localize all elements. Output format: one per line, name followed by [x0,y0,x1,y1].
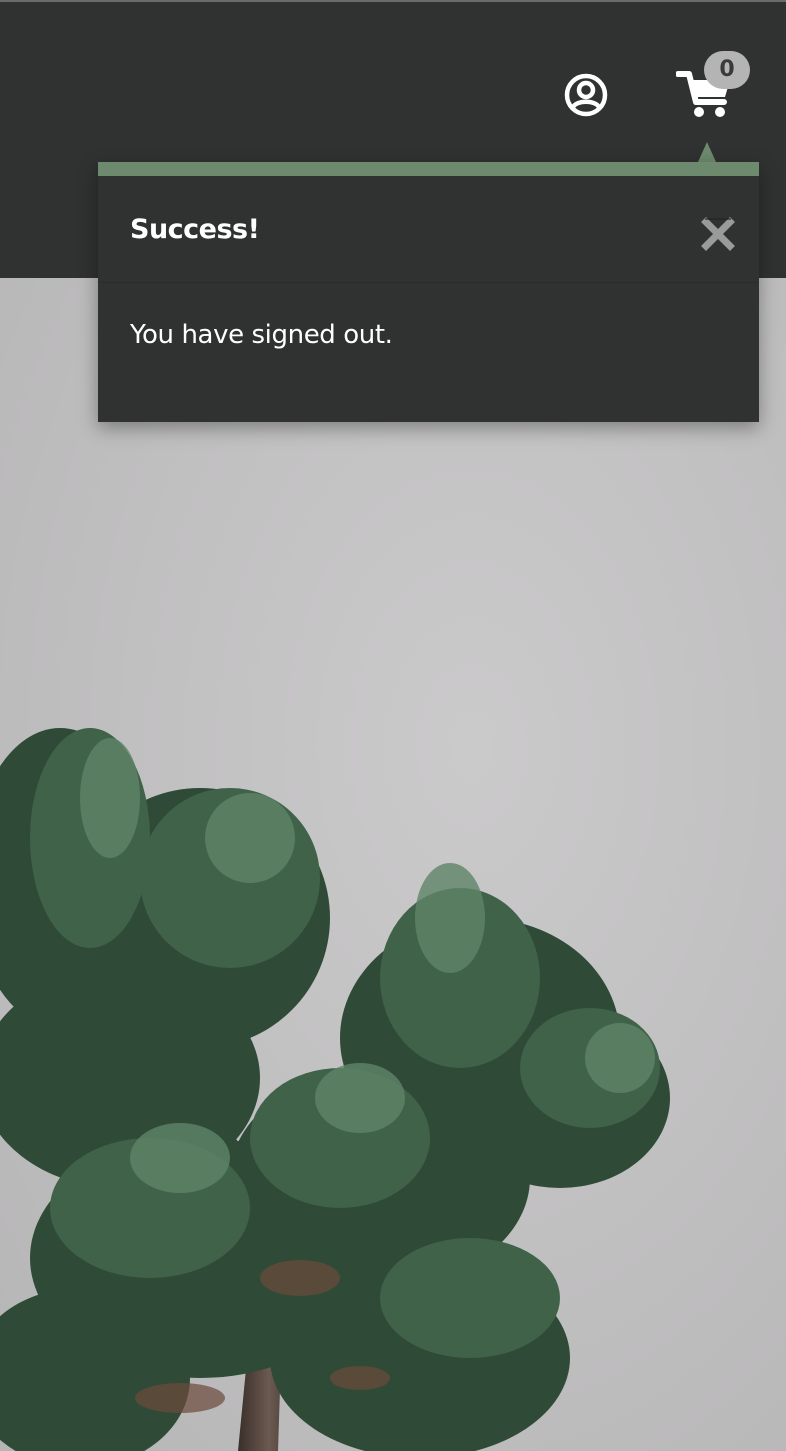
success-notification: Success! You have signed out. [98,162,759,422]
account-button[interactable] [562,71,610,119]
notification-title: Success! [130,214,260,245]
cart-count-badge: 0 [704,51,750,89]
hero-image [0,278,786,1451]
notification-message: You have signed out. [130,320,393,350]
notification-pointer [698,142,716,162]
notification-header: Success! [98,176,759,283]
user-circle-icon [564,73,608,117]
close-notification-button[interactable] [698,214,738,254]
close-icon [701,217,735,251]
bonsai-tree-image [0,728,670,1451]
